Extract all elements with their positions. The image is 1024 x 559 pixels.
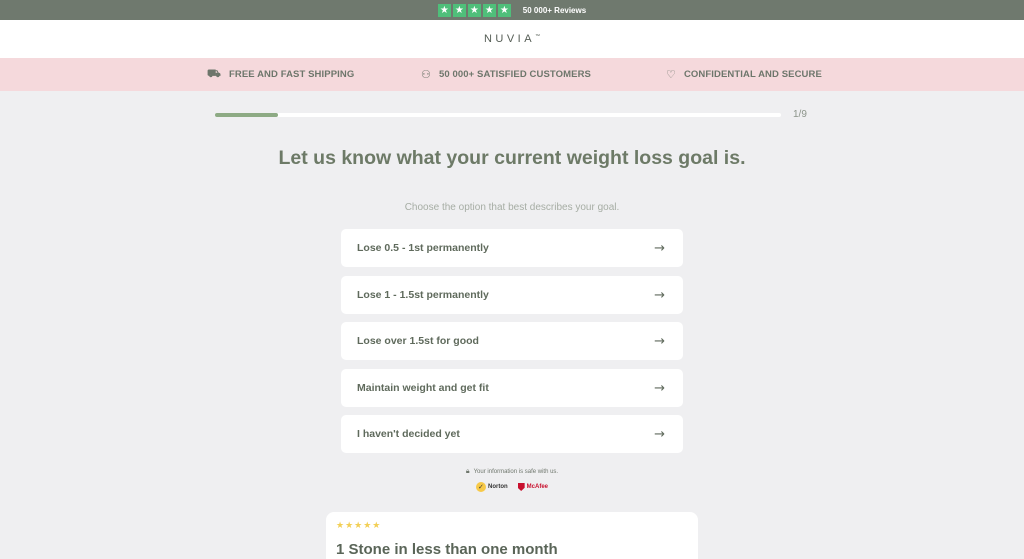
review-card: ★★★★★ 1 Stone in less than one month bbox=[326, 512, 698, 559]
benefit-customers: ⚇ 50 000+ SATISFIED CUSTOMERS bbox=[421, 68, 591, 81]
star-icon: ★ bbox=[497, 3, 511, 17]
star-icon: ★ bbox=[467, 3, 481, 17]
star-icon: ★ bbox=[482, 3, 496, 17]
logo[interactable]: NUVIA™ bbox=[484, 33, 540, 45]
progress-bar bbox=[215, 113, 781, 117]
option-undecided[interactable]: I haven't decided yet → bbox=[341, 415, 683, 453]
option-lose-0-5-1st[interactable]: Lose 0.5 - 1st permanently → bbox=[341, 229, 683, 267]
arrow-right-icon: → bbox=[654, 240, 665, 256]
option-lose-1-1-5st[interactable]: Lose 1 - 1.5st permanently → bbox=[341, 276, 683, 314]
people-icon: ⚇ bbox=[421, 68, 431, 81]
arrow-right-icon: → bbox=[654, 380, 665, 396]
lock-icon: 🔒︎ bbox=[465, 467, 470, 475]
review-title: 1 Stone in less than one month bbox=[336, 541, 558, 558]
truck-icon: ⛟ bbox=[207, 67, 221, 80]
security-note: 🔒︎ Your information is safe with us. bbox=[465, 467, 559, 475]
question-title: Let us know what your current weight los… bbox=[278, 147, 746, 169]
security-badges: ✓ Norton McAfee bbox=[412, 482, 612, 492]
option-label: I haven't decided yet bbox=[357, 428, 460, 440]
option-label: Lose 1 - 1.5st permanently bbox=[357, 289, 489, 301]
benefits-bar: ⛟ FREE AND FAST SHIPPING ⚇ 50 000+ SATIS… bbox=[0, 58, 1024, 91]
option-label: Lose 0.5 - 1st permanently bbox=[357, 242, 489, 254]
site-header: NUVIA™ bbox=[0, 20, 1024, 58]
arrow-right-icon: → bbox=[654, 333, 665, 349]
arrow-right-icon: → bbox=[654, 426, 665, 442]
rating-stars: ★ ★ ★ ★ ★ bbox=[437, 3, 511, 17]
option-maintain-weight[interactable]: Maintain weight and get fit → bbox=[341, 369, 683, 407]
option-label: Maintain weight and get fit bbox=[357, 382, 489, 394]
star-icon: ★ bbox=[452, 3, 466, 17]
trustpilot-bar: ★ ★ ★ ★ ★ 50 000+ Reviews bbox=[0, 0, 1024, 20]
question-subtitle: Choose the option that best describes yo… bbox=[404, 202, 620, 213]
review-stars: ★★★★★ bbox=[336, 521, 382, 531]
benefit-confidential: ♡ CONFIDENTIAL AND SECURE bbox=[666, 68, 822, 81]
norton-badge: ✓ Norton bbox=[475, 482, 508, 492]
progress-fill bbox=[215, 113, 278, 117]
norton-check-icon: ✓ bbox=[475, 482, 486, 492]
heart-icon: ♡ bbox=[666, 68, 676, 81]
option-lose-over-1-5st[interactable]: Lose over 1.5st for good → bbox=[341, 322, 683, 360]
reviews-count: 50 000+ Reviews bbox=[522, 5, 587, 15]
star-icon: ★ bbox=[437, 3, 451, 17]
arrow-right-icon: → bbox=[654, 287, 665, 303]
step-counter: 1/9 bbox=[793, 109, 807, 120]
mcafee-badge: McAfee bbox=[517, 483, 548, 491]
benefit-shipping: ⛟ FREE AND FAST SHIPPING bbox=[207, 67, 355, 80]
option-label: Lose over 1.5st for good bbox=[357, 335, 479, 347]
mcafee-shield-icon bbox=[517, 483, 525, 491]
